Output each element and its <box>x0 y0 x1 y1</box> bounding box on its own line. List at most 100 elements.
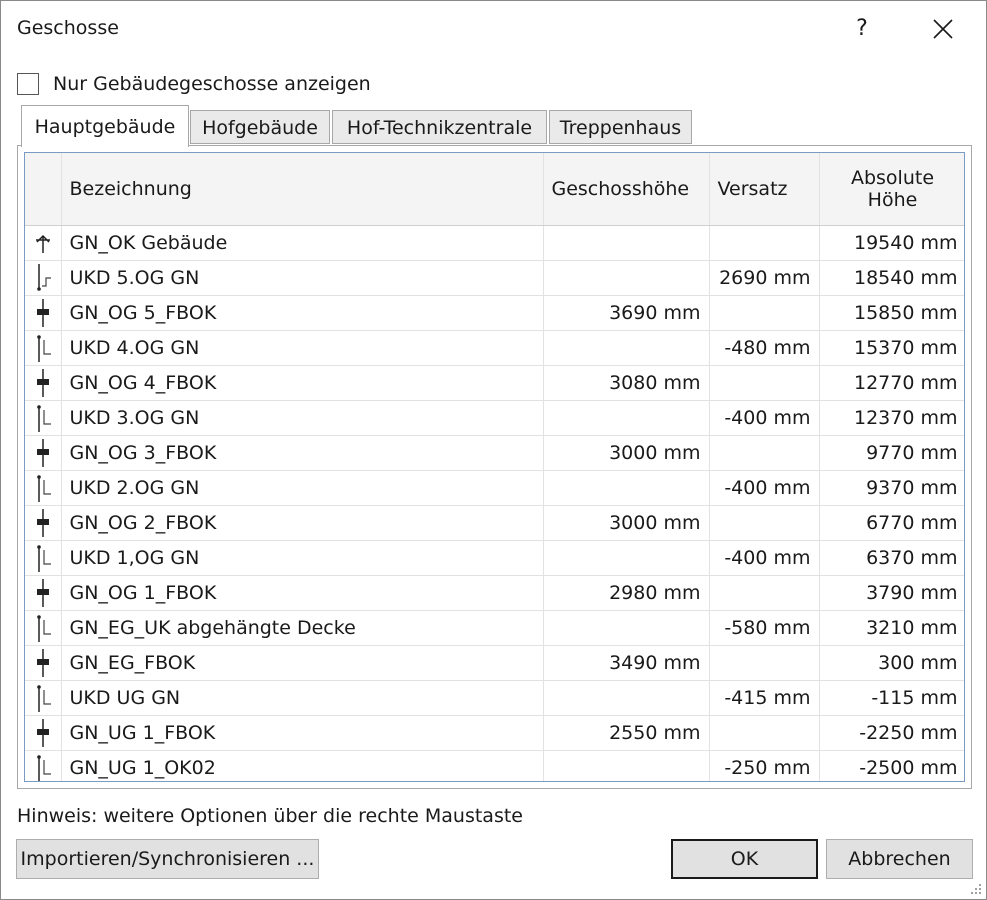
row-offset[interactable] <box>709 505 820 541</box>
row-offset[interactable]: -400 mm <box>709 400 820 436</box>
resize-grip-icon[interactable] <box>968 881 982 895</box>
row-name[interactable]: GN_UG 1_OK02 <box>61 750 544 781</box>
column-header-height[interactable]: Geschosshöhe <box>543 153 710 226</box>
tab-hofgebaeude[interactable]: Hofgebäude <box>190 110 330 144</box>
row-height[interactable]: 3000 mm <box>543 435 710 471</box>
row-absolute-height[interactable]: 300 mm <box>819 645 964 681</box>
row-height[interactable] <box>543 680 710 716</box>
only-building-levels-checkbox[interactable] <box>17 73 39 95</box>
level-icon <box>25 439 60 467</box>
table-row[interactable]: UKD 4.OG GN -480 mm 15370 mm <box>25 330 964 366</box>
row-absolute-height[interactable]: -2500 mm <box>819 750 964 781</box>
row-name[interactable]: UKD 5.OG GN <box>61 260 544 296</box>
tab-hauptgebaeude[interactable]: Hauptgebäude <box>21 105 189 147</box>
row-absolute-height[interactable]: 12370 mm <box>819 400 964 436</box>
row-offset[interactable] <box>709 715 820 751</box>
row-name[interactable]: GN_OG 4_FBOK <box>61 365 544 401</box>
row-offset[interactable]: -400 mm <box>709 540 820 576</box>
row-height[interactable] <box>543 610 710 646</box>
levels-grid[interactable]: Bezeichnung Geschosshöhe Versatz Absolut… <box>24 152 965 782</box>
only-building-levels-label[interactable]: Nur Gebäudegeschosse anzeigen <box>53 73 371 95</box>
row-height[interactable] <box>543 260 710 296</box>
row-icon-cell <box>25 295 62 331</box>
table-row[interactable]: GN_EG_FBOK 3490 mm 300 mm <box>25 645 964 681</box>
row-height[interactable] <box>543 225 710 261</box>
row-name[interactable]: GN_EG_FBOK <box>61 645 544 681</box>
row-height[interactable]: 3080 mm <box>543 365 710 401</box>
row-offset[interactable]: -415 mm <box>709 680 820 716</box>
row-height[interactable]: 2980 mm <box>543 575 710 611</box>
row-name[interactable]: GN_OG 1_FBOK <box>61 575 544 611</box>
row-offset[interactable]: -580 mm <box>709 610 820 646</box>
table-row[interactable]: UKD 5.OG GN 2690 mm 18540 mm <box>25 260 964 296</box>
row-absolute-height[interactable]: 15370 mm <box>819 330 964 366</box>
table-row[interactable]: GN_EG_UK abgehängte Decke -580 mm 3210 mm <box>25 610 964 646</box>
table-row[interactable]: GN_UG 1_OK02 -250 mm -2500 mm <box>25 750 964 781</box>
row-height[interactable] <box>543 400 710 436</box>
row-name[interactable]: UKD 1,OG GN <box>61 540 544 576</box>
row-absolute-height[interactable]: 3790 mm <box>819 575 964 611</box>
row-offset[interactable]: -480 mm <box>709 330 820 366</box>
table-row[interactable]: GN_OG 5_FBOK 3690 mm 15850 mm <box>25 295 964 331</box>
row-offset[interactable]: -250 mm <box>709 750 820 781</box>
row-absolute-height[interactable]: 6370 mm <box>819 540 964 576</box>
row-absolute-height[interactable]: 9770 mm <box>819 435 964 471</box>
table-row[interactable]: UKD 3.OG GN -400 mm 12370 mm <box>25 400 964 436</box>
table-row[interactable]: GN_OG 4_FBOK 3080 mm 12770 mm <box>25 365 964 401</box>
row-name[interactable]: UKD 4.OG GN <box>61 330 544 366</box>
row-name[interactable]: GN_EG_UK abgehängte Decke <box>61 610 544 646</box>
row-height[interactable]: 3490 mm <box>543 645 710 681</box>
table-row[interactable]: UKD UG GN -415 mm -115 mm <box>25 680 964 716</box>
row-name[interactable]: GN_OK Gebäude <box>61 225 544 261</box>
cancel-button[interactable]: Abbrechen <box>826 839 973 879</box>
table-row[interactable]: UKD 1,OG GN -400 mm 6370 mm <box>25 540 964 576</box>
row-height[interactable] <box>543 750 710 781</box>
row-absolute-height[interactable]: -2250 mm <box>819 715 964 751</box>
help-button[interactable]: ? <box>847 11 877 47</box>
table-row[interactable]: UKD 2.OG GN -400 mm 9370 mm <box>25 470 964 506</box>
row-height[interactable] <box>543 540 710 576</box>
table-row[interactable]: GN_OG 3_FBOK 3000 mm 9770 mm <box>25 435 964 471</box>
row-name[interactable]: UKD 2.OG GN <box>61 470 544 506</box>
row-absolute-height[interactable]: 3210 mm <box>819 610 964 646</box>
row-offset[interactable] <box>709 645 820 681</box>
row-name[interactable]: GN_OG 5_FBOK <box>61 295 544 331</box>
table-row[interactable]: GN_UG 1_FBOK 2550 mm -2250 mm <box>25 715 964 751</box>
row-name[interactable]: GN_UG 1_FBOK <box>61 715 544 751</box>
row-name[interactable]: UKD 3.OG GN <box>61 400 544 436</box>
row-height[interactable]: 3690 mm <box>543 295 710 331</box>
row-absolute-height[interactable]: -115 mm <box>819 680 964 716</box>
row-name[interactable]: GN_OG 2_FBOK <box>61 505 544 541</box>
row-absolute-height[interactable]: 9370 mm <box>819 470 964 506</box>
row-absolute-height[interactable]: 19540 mm <box>819 225 964 261</box>
row-offset[interactable]: -400 mm <box>709 470 820 506</box>
table-row[interactable]: GN_OG 2_FBOK 3000 mm 6770 mm <box>25 505 964 541</box>
row-height[interactable]: 3000 mm <box>543 505 710 541</box>
column-header-offset[interactable]: Versatz <box>709 153 820 226</box>
row-height[interactable] <box>543 470 710 506</box>
tab-hof-technikzentrale[interactable]: Hof-Technikzentrale <box>332 110 547 144</box>
ok-button[interactable]: OK <box>671 839 818 879</box>
row-offset[interactable] <box>709 365 820 401</box>
row-absolute-height[interactable]: 15850 mm <box>819 295 964 331</box>
row-name[interactable]: UKD UG GN <box>61 680 544 716</box>
row-offset[interactable] <box>709 575 820 611</box>
row-offset[interactable] <box>709 295 820 331</box>
row-absolute-height[interactable]: 12770 mm <box>819 365 964 401</box>
import-sync-button[interactable]: Importieren/Synchronisieren ... <box>16 839 319 879</box>
row-height[interactable] <box>543 330 710 366</box>
column-header-name[interactable]: Bezeichnung <box>61 153 544 226</box>
row-absolute-height[interactable]: 18540 mm <box>819 260 964 296</box>
row-offset[interactable] <box>709 225 820 261</box>
tab-treppenhaus[interactable]: Treppenhaus <box>549 110 692 144</box>
row-name[interactable]: GN_OG 3_FBOK <box>61 435 544 471</box>
level-icon <box>25 719 60 747</box>
row-offset[interactable] <box>709 435 820 471</box>
row-absolute-height[interactable]: 6770 mm <box>819 505 964 541</box>
row-height[interactable]: 2550 mm <box>543 715 710 751</box>
table-row[interactable]: GN_OG 1_FBOK 2980 mm 3790 mm <box>25 575 964 611</box>
table-row[interactable]: GN_OK Gebäude 19540 mm <box>25 225 964 261</box>
column-header-absolute-height[interactable]: Absolute Höhe <box>819 153 964 226</box>
close-button[interactable] <box>923 11 963 47</box>
row-offset[interactable]: 2690 mm <box>709 260 820 296</box>
